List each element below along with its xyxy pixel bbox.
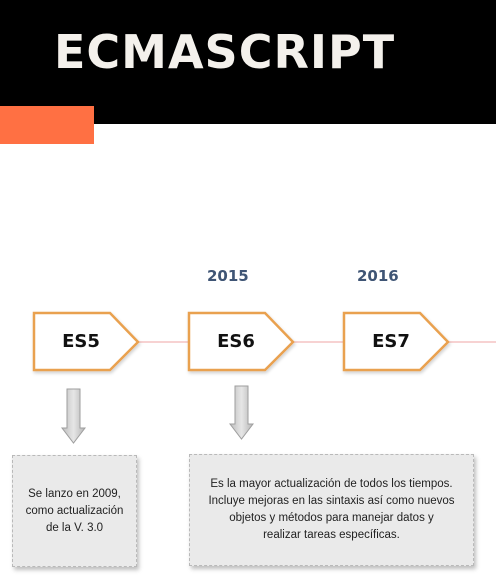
es5-node-label: ES5 bbox=[62, 331, 100, 352]
es5-note-box: Se lanzo en 2009, como actualización de … bbox=[12, 455, 137, 567]
note-line: de la V. 3.0 bbox=[45, 521, 104, 534]
es5-note-text: Se lanzo en 2009, como actualización de … bbox=[26, 486, 124, 537]
note-line: realizar tareas específicas. bbox=[263, 529, 400, 541]
note-line: como actualización bbox=[25, 504, 124, 517]
note-line: objetos y métodos para manejar datos y bbox=[229, 512, 434, 524]
es6-node-label: ES6 bbox=[217, 331, 255, 352]
down-arrow-icon bbox=[228, 385, 255, 440]
down-arrow-icon bbox=[60, 388, 87, 444]
es7-node-label: ES7 bbox=[372, 331, 410, 352]
note-line: Incluye mejoras en las sintaxis así como… bbox=[208, 495, 455, 507]
es6-note-box: Es la mayor actualización de todos los t… bbox=[189, 454, 474, 566]
note-line: Se lanzo en 2009, bbox=[28, 487, 121, 500]
note-line: Es la mayor actualización de todos los t… bbox=[210, 478, 453, 490]
es6-note-text: Es la mayor actualización de todos los t… bbox=[208, 476, 454, 544]
